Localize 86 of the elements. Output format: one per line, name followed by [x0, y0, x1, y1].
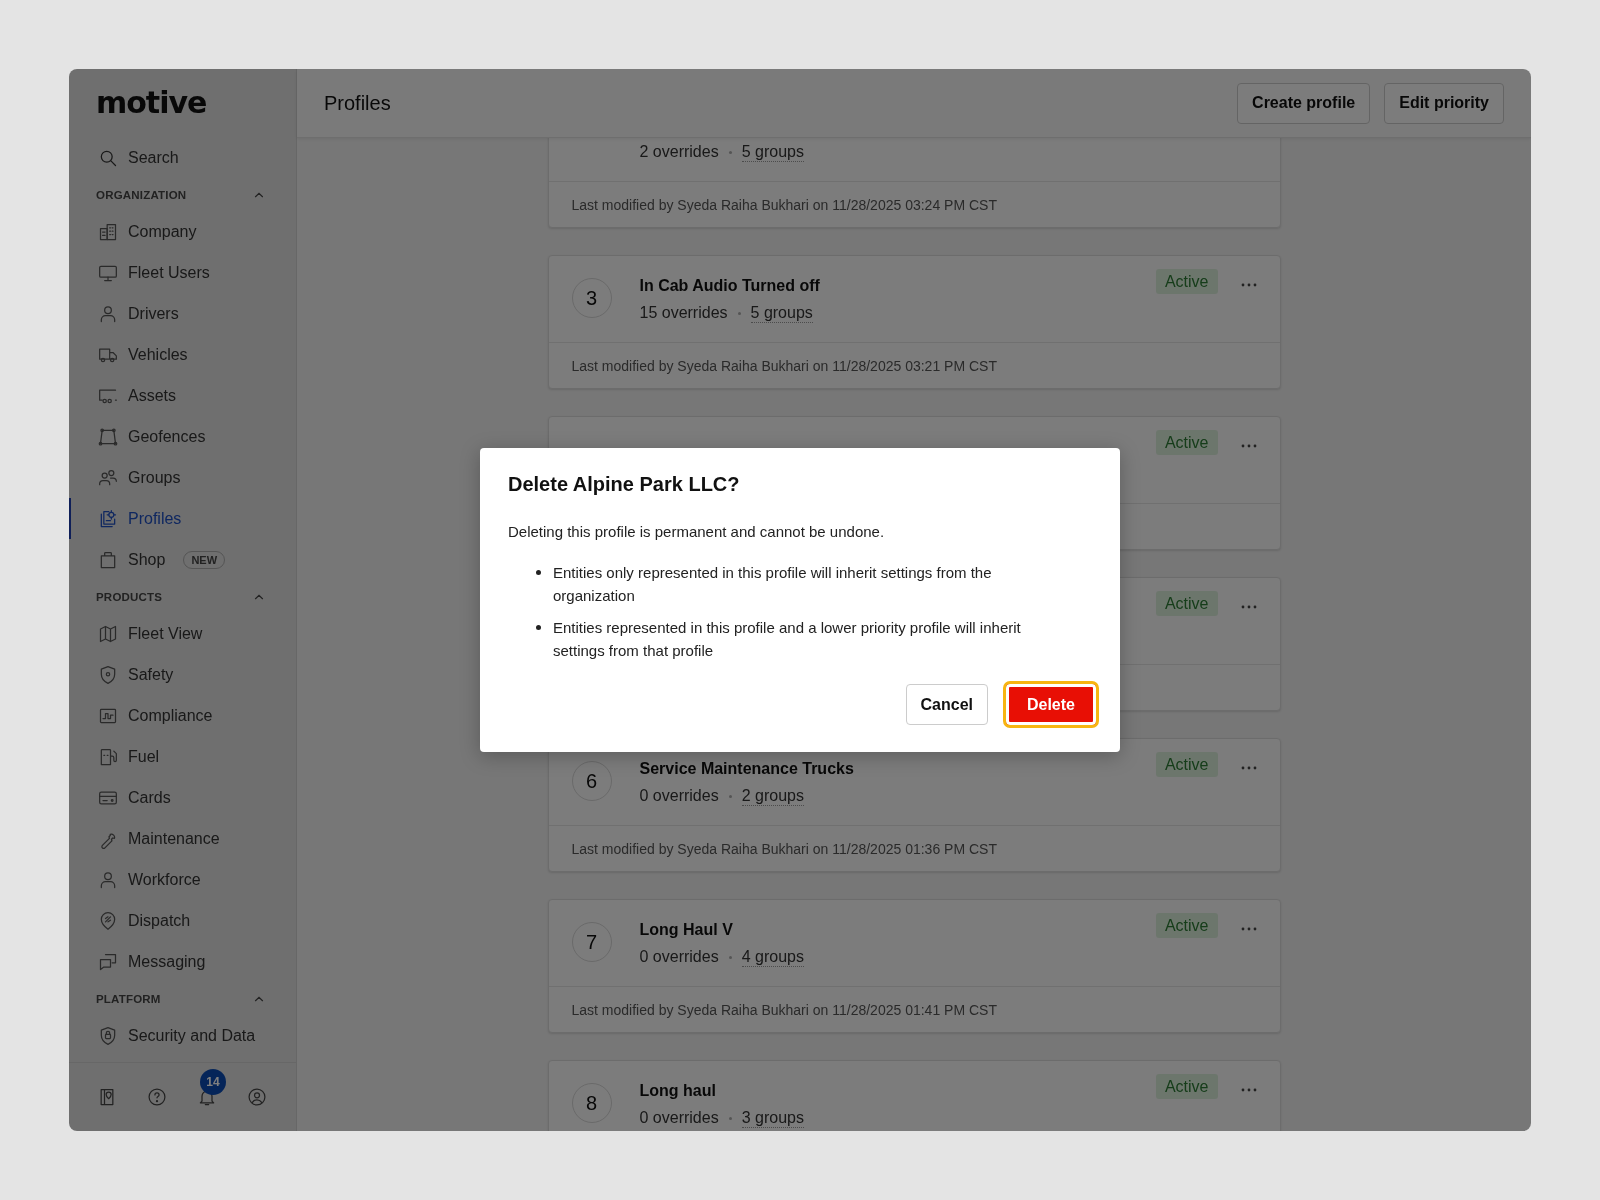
sidebar-item[interactable]: Drivers	[69, 293, 296, 334]
groups-link[interactable]: 5 groups	[750, 303, 813, 323]
last-modified-text: Last modified by Syeda Raiha Bukhari on 11/28/2025 01:36 PM CST	[571, 840, 997, 857]
separator-dot	[728, 955, 732, 959]
section-heading: ORGANIZATION	[96, 188, 187, 201]
groups-link[interactable]: 5 groups	[741, 142, 804, 162]
last-modified-text: Last modified by Syeda Raiha Bukhari on 11/28/2025 01:41 PM CST	[571, 1001, 997, 1018]
status-badge: Active	[1155, 430, 1218, 455]
profile-name: In Cab Audio Turned off	[639, 276, 821, 296]
last-modified-text: Last modified by Syeda Raiha Bukhari on 11/28/2025 03:24 PM CST	[571, 196, 997, 213]
cancel-button[interactable]: Cancel	[905, 684, 988, 725]
bullet-text: Entities only represented in this profile will inherit settings from the organization	[553, 563, 993, 606]
gear-document-icon	[98, 508, 118, 529]
motive-logo[interactable]: motive	[96, 84, 207, 120]
bullet-dot	[536, 625, 541, 630]
edit-priority-button[interactable]: Edit priority	[1384, 82, 1504, 124]
section-heading: PRODUCTS	[96, 590, 163, 603]
person-icon	[98, 303, 118, 324]
chat-icon	[98, 951, 118, 972]
fuel-pump-icon	[98, 746, 118, 767]
status-badge: Active	[1155, 269, 1218, 294]
more-icon[interactable]	[1240, 766, 1257, 770]
overrides-count: 2 overrides	[639, 143, 719, 161]
create-profile-button[interactable]: Create profile	[1237, 82, 1371, 124]
more-icon[interactable]	[1240, 605, 1257, 609]
more-icon[interactable]	[1240, 444, 1257, 448]
search-field[interactable]: Search	[128, 148, 278, 167]
bullet-dot	[536, 570, 541, 575]
bag-icon	[98, 549, 118, 570]
sidebar-item[interactable]: Messaging	[69, 941, 296, 982]
groups-link[interactable]: 4 groups	[741, 947, 804, 967]
overrides-count: 15 overrides	[639, 304, 728, 322]
profile-name: Service Maintenance Trucks	[639, 759, 855, 779]
sidebar-item[interactable]: Safety	[69, 654, 296, 695]
sidebar-item[interactable]: Assets	[69, 375, 296, 416]
sidebar-item[interactable]: Fleet Users	[69, 252, 296, 293]
sidebar-item[interactable]: Maintenance	[69, 818, 296, 859]
sidebar-item[interactable]: Company	[69, 211, 296, 252]
separator-dot	[728, 794, 732, 798]
sidebar-item[interactable]: Cards	[69, 777, 296, 818]
delete-button[interactable]: Delete	[1002, 681, 1099, 728]
overrides-count: 0 overrides	[639, 787, 719, 805]
building-icon	[98, 221, 118, 242]
person-icon	[98, 869, 118, 890]
more-icon[interactable]	[1240, 927, 1257, 931]
status-badge: Active	[1155, 752, 1218, 777]
more-icon[interactable]	[1240, 1088, 1257, 1092]
overrides-count: 0 overrides	[639, 948, 719, 966]
sidebar-item[interactable]: Shop NEW	[69, 539, 296, 580]
sidebar-item[interactable]: Geofences	[69, 416, 296, 457]
profile-name: Long haul	[639, 1081, 717, 1101]
last-modified-text: Last modified by Syeda Raiha Bukhari on 11/28/2025 03:21 PM CST	[571, 357, 997, 374]
tag-icon	[98, 910, 118, 931]
sidebar-item[interactable]: Fleet View	[69, 613, 296, 654]
sidebar-item[interactable]: Compliance	[69, 695, 296, 736]
groups-link[interactable]: 3 groups	[741, 1108, 804, 1128]
sidebar-item[interactable]: Groups	[69, 457, 296, 498]
groups-link[interactable]: 2 groups	[741, 786, 804, 806]
people-icon	[98, 467, 118, 488]
more-icon[interactable]	[1240, 283, 1257, 287]
sidebar-item[interactable]: Security and Data	[69, 1015, 296, 1056]
map-icon	[98, 623, 118, 644]
overrides-count: 0 overrides	[639, 1109, 719, 1127]
profile-name: Long Haul V	[639, 920, 734, 940]
sidebar-item[interactable]: Workforce	[69, 859, 296, 900]
account-icon[interactable]	[247, 1087, 267, 1107]
sidebar-item[interactable]: Vehicles	[69, 334, 296, 375]
section-heading: PLATFORM	[96, 992, 161, 1005]
sidebar-item[interactable]: Fuel	[69, 736, 296, 777]
separator-dot	[728, 1116, 732, 1120]
dialog-title: Delete Alpine Park LLC?	[508, 472, 741, 496]
shield-lock-icon	[98, 1025, 118, 1046]
status-badge: Active	[1155, 591, 1218, 616]
separator-dot	[737, 311, 741, 315]
sidebar-item[interactable]: Profiles	[69, 498, 296, 539]
dialog-message: Deleting this profile is permanent and cannot be undone.	[508, 522, 886, 542]
shield-icon	[98, 664, 118, 685]
page-title: Profiles	[324, 91, 392, 115]
separator-dot	[728, 150, 732, 154]
notification-badge: 14	[200, 1069, 226, 1095]
help-icon[interactable]	[147, 1087, 167, 1107]
status-badge: Active	[1155, 1074, 1218, 1099]
polygon-icon	[98, 426, 118, 447]
sidebar-item[interactable]: Dispatch	[69, 900, 296, 941]
status-badge: Active	[1155, 913, 1218, 938]
bullet-text: Entities represented in this profile and a lower priority profile will inherit settings from that profile	[553, 618, 1022, 661]
